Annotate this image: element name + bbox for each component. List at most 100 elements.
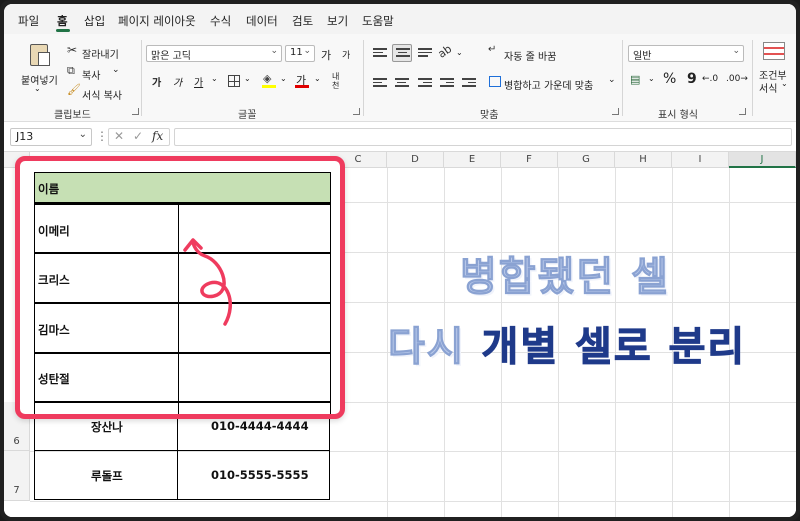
align-left-icon[interactable] <box>373 78 387 90</box>
tab-file[interactable]: 파일 <box>18 13 39 29</box>
table-cell-phone[interactable]: 010-4444-4444 <box>211 419 309 433</box>
copy-icon: ⧉ <box>67 64 75 77</box>
merge-center-icon <box>489 76 501 87</box>
phonetic-button[interactable]: 내천 <box>332 72 346 90</box>
chevron-down-icon: ⌄ <box>303 46 311 56</box>
fill-color-icon[interactable]: ◈ <box>262 72 276 88</box>
card-name-cell[interactable]: 이메리 <box>38 223 70 239</box>
column-header-g[interactable]: G <box>558 152 615 168</box>
name-box-value: J13 <box>16 130 34 143</box>
excel-window: 파일 홈 삽입 페이지 레이아웃 수식 데이터 검토 보기 도움말 붙여넣기 ⌄… <box>4 4 796 517</box>
wrap-text-icon: ↵ <box>488 44 497 55</box>
column-header-i[interactable]: I <box>672 152 729 168</box>
card-name-cell[interactable]: 크리스 <box>38 272 70 288</box>
card-name-cell[interactable]: 김마스 <box>38 322 70 338</box>
column-header-f[interactable]: F <box>501 152 558 168</box>
table-border <box>34 499 330 500</box>
alignment-dialog-launcher-icon[interactable] <box>612 108 619 115</box>
overlay-title-line1: 병합됐던 셀 <box>460 254 670 301</box>
underline-chevron-icon[interactable]: ⌄ <box>211 74 218 83</box>
format-painter-button[interactable]: 서식 복사 <box>82 87 122 102</box>
paste-icon-sheet <box>38 52 50 66</box>
formula-buttons: ✕ ✓ fx <box>108 128 170 146</box>
align-bottom-icon[interactable] <box>418 48 432 60</box>
font-size-value: 11 <box>290 47 303 58</box>
bold-button[interactable]: 가 <box>152 74 161 89</box>
conditional-chevron-icon[interactable]: ⌄ <box>781 79 788 88</box>
border-chevron-icon[interactable]: ⌄ <box>244 74 251 83</box>
tab-review[interactable]: 검토 <box>292 13 313 29</box>
gridline <box>30 501 796 502</box>
curly-arrow-icon <box>183 238 232 326</box>
wrap-text-button[interactable]: 자동 줄 바꿈 <box>504 48 556 63</box>
ribbon-separator <box>622 40 623 116</box>
ribbon: 붙여넣기 ⌄ ✂ 잘라내기 ⧉ 복사 ⌄ 🖌 서식 복사 클립보드 맑은 고딕 ⌄… <box>4 34 796 122</box>
name-box[interactable]: J13 ⌄ <box>10 128 92 146</box>
merge-center-button[interactable]: 병합하고 가운데 맞춤 <box>504 77 593 92</box>
row-header-7[interactable]: 7 <box>4 451 30 501</box>
tab-data[interactable]: 데이터 <box>246 13 278 29</box>
tab-page-layout[interactable]: 페이지 레이아웃 <box>118 13 196 29</box>
fill-chevron-icon[interactable]: ⌄ <box>280 74 287 83</box>
formula-bar: J13 ⌄ ⋮ ✕ ✓ fx <box>4 122 796 152</box>
increase-indent-icon[interactable] <box>462 78 476 90</box>
merge-chevron-icon[interactable]: ⌄ <box>608 75 616 85</box>
tab-insert[interactable]: 삽입 <box>84 13 105 29</box>
decrease-decimal-icon[interactable]: .00→ <box>726 74 748 84</box>
increase-decimal-icon[interactable]: ←.0 <box>702 74 718 84</box>
card-header-label[interactable]: 이름 <box>38 181 59 197</box>
font-dialog-launcher-icon[interactable] <box>353 108 360 115</box>
conditional-format-icon[interactable] <box>763 42 785 60</box>
column-header-e[interactable]: E <box>444 152 501 168</box>
shrink-font-button[interactable]: 가 <box>342 48 350 61</box>
align-middle-button[interactable] <box>392 44 412 62</box>
align-top-icon[interactable] <box>373 48 387 60</box>
border-icon[interactable] <box>228 75 240 87</box>
font-color-chevron-icon[interactable]: ⌄ <box>314 74 321 83</box>
tab-view[interactable]: 보기 <box>327 13 348 29</box>
table-border <box>34 352 331 354</box>
tab-home[interactable]: 홈 <box>57 13 68 29</box>
column-header-d[interactable]: D <box>387 152 444 168</box>
underline-button[interactable]: 가 <box>194 74 203 89</box>
column-header-j[interactable]: J <box>729 152 796 168</box>
orientation-icon[interactable]: ab <box>436 42 455 61</box>
font-size-select[interactable]: 11 ⌄ <box>285 45 315 62</box>
formula-input[interactable] <box>174 128 792 146</box>
more-options-icon[interactable]: ⋮ <box>96 129 108 143</box>
chevron-down-icon: ⌄ <box>270 46 278 56</box>
table-cell-name[interactable]: 루돌프 <box>91 468 123 484</box>
copy-chevron-icon[interactable]: ⌄ <box>112 65 120 75</box>
accounting-chevron-icon[interactable]: ⌄ <box>648 74 655 83</box>
italic-button[interactable]: 가 <box>173 74 182 89</box>
font-name-select[interactable]: 맑은 고딕 ⌄ <box>146 45 282 62</box>
format-label: 서식 <box>759 84 778 95</box>
tab-formulas[interactable]: 수식 <box>210 13 231 29</box>
percent-style-button[interactable]: % <box>663 71 676 87</box>
comma-style-button[interactable]: 9 <box>687 71 697 87</box>
column-header-h[interactable]: H <box>615 152 672 168</box>
clipboard-dialog-launcher-icon[interactable] <box>132 108 139 115</box>
chevron-down-icon: ⌄ <box>732 46 740 56</box>
accounting-format-icon[interactable]: ▤ <box>630 73 640 86</box>
card-name-cell[interactable]: 성탄절 <box>38 371 70 387</box>
orientation-chevron-icon[interactable]: ⌄ <box>456 48 463 57</box>
grow-font-button[interactable]: 가 <box>321 47 331 63</box>
copy-button[interactable]: 복사 <box>82 67 100 82</box>
window-frame: 파일 홈 삽입 페이지 레이아웃 수식 데이터 검토 보기 도움말 붙여넣기 ⌄… <box>0 0 800 521</box>
table-border <box>34 450 330 451</box>
number-format-select[interactable]: 일반 ⌄ <box>628 45 744 62</box>
align-center-icon[interactable] <box>395 78 409 90</box>
number-dialog-launcher-icon[interactable] <box>739 108 746 115</box>
enter-icon[interactable]: ✓ <box>133 129 143 143</box>
table-cell-name[interactable]: 장산나 <box>91 419 123 435</box>
cut-button[interactable]: 잘라내기 <box>82 46 119 61</box>
insert-function-button[interactable]: fx <box>152 129 163 143</box>
decrease-indent-icon[interactable] <box>440 78 454 90</box>
tab-help[interactable]: 도움말 <box>362 13 394 29</box>
cancel-icon[interactable]: ✕ <box>114 129 124 143</box>
align-right-icon[interactable] <box>418 78 432 90</box>
font-color-button[interactable]: 가 <box>295 70 309 88</box>
paste-button[interactable]: 붙여넣기 ⌄ <box>18 42 62 98</box>
table-cell-phone[interactable]: 010-5555-5555 <box>211 468 309 482</box>
